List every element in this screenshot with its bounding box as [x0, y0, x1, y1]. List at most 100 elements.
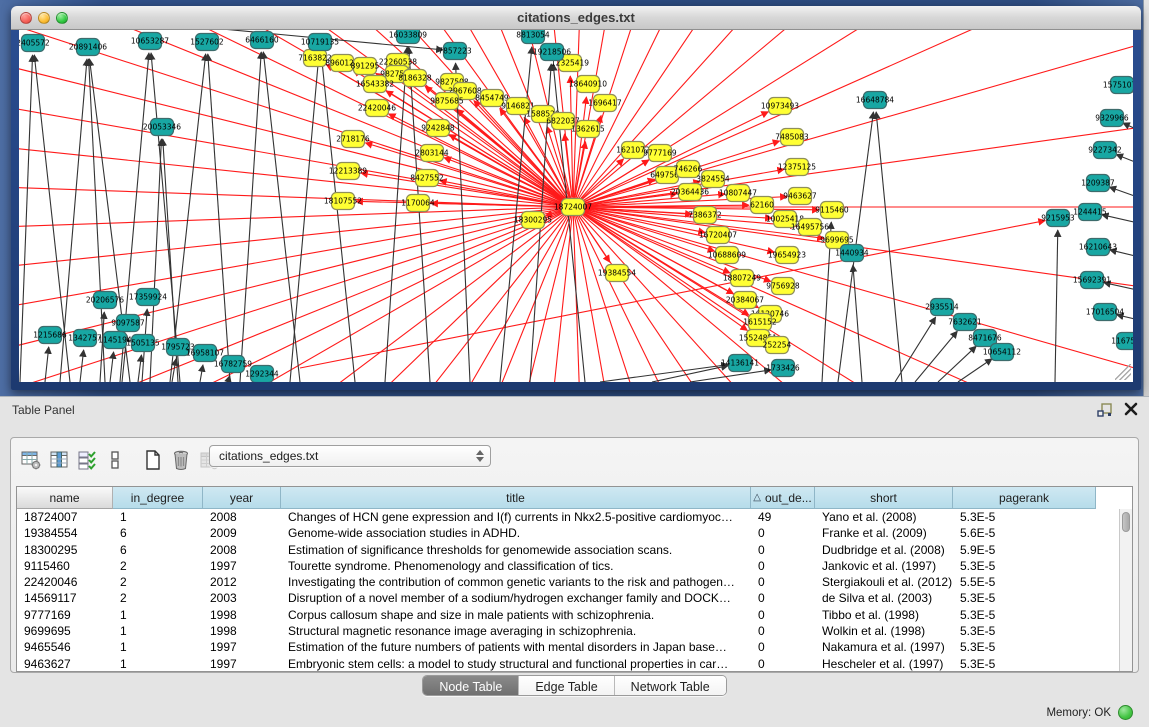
table-cell[interactable]: 5.3E-5: [953, 590, 1096, 606]
table-cell[interactable]: de Silva et al. (2003): [815, 590, 953, 606]
table-cell[interactable]: 1: [113, 509, 203, 525]
tab-node-table[interactable]: Node Table: [423, 676, 519, 696]
table-cell[interactable]: 2008: [203, 542, 281, 558]
table-cell[interactable]: 0: [751, 574, 815, 590]
table-cell[interactable]: 49: [751, 509, 815, 525]
table-cell[interactable]: 0: [751, 623, 815, 639]
graph-edge[interactable]: [1123, 123, 1133, 140]
column-header-pagerank[interactable]: pagerank: [953, 487, 1096, 509]
table-vertical-scrollbar[interactable]: [1119, 509, 1132, 671]
table-cell[interactable]: 2: [113, 574, 203, 590]
table-row[interactable]: 977716911998Corpus callosum shape and si…: [17, 607, 1132, 623]
close-panel-icon[interactable]: [1123, 402, 1139, 418]
scrollbar-thumb[interactable]: [1122, 512, 1130, 532]
table-cell[interactable]: Structural magnetic resonance image aver…: [281, 623, 751, 639]
table-row[interactable]: 969969511998Structural magnetic resonanc…: [17, 623, 1132, 639]
table-cell[interactable]: 0: [751, 607, 815, 623]
column-header-title[interactable]: title: [281, 487, 751, 509]
table-cell[interactable]: 5.5E-5: [953, 574, 1096, 590]
table-cell[interactable]: 18300295: [17, 542, 113, 558]
graph-edge[interactable]: [321, 54, 355, 382]
table-cell[interactable]: 0: [751, 590, 815, 606]
table-cell[interactable]: 22420046: [17, 574, 113, 590]
table-cell[interactable]: Estimation of the future numbers of pati…: [281, 639, 751, 655]
column-header-name[interactable]: name: [17, 487, 113, 509]
graph-edge[interactable]: [1132, 91, 1133, 108]
column-visibility-icon[interactable]: [47, 447, 71, 473]
table-cell[interactable]: Dudbridge et al. (2008): [815, 542, 953, 558]
table-cell[interactable]: 9777169: [17, 607, 113, 623]
table-cell[interactable]: 6: [113, 542, 203, 558]
column-header-in_degree[interactable]: in_degree: [113, 487, 203, 509]
graph-edge[interactable]: [138, 355, 141, 382]
table-row[interactable]: 946554611997Estimation of the future num…: [17, 639, 1132, 655]
table-cell[interactable]: 5.9E-5: [953, 542, 1096, 558]
table-row[interactable]: 1830029562008Estimation of significance …: [17, 542, 1132, 558]
table-cell[interactable]: Yano et al. (2008): [815, 509, 953, 525]
column-header-year[interactable]: year: [203, 487, 281, 509]
network-window-titlebar[interactable]: citations_edges.txt: [11, 6, 1141, 30]
graph-edge[interactable]: [1109, 187, 1133, 205]
graph-edge[interactable]: [259, 207, 573, 382]
graph-edge[interactable]: [200, 365, 203, 382]
table-cell[interactable]: Investigating the contribution of common…: [281, 574, 751, 590]
graph-edge[interactable]: [573, 207, 799, 382]
table-cell[interactable]: 18724007: [17, 509, 113, 525]
table-cell[interactable]: Franke et al. (2009): [815, 525, 953, 541]
table-cell[interactable]: 5.3E-5: [953, 558, 1096, 574]
table-row[interactable]: 946362711997Embryonic stem cells: a mode…: [17, 656, 1132, 672]
tab-edge-table[interactable]: Edge Table: [519, 676, 614, 696]
table-cell[interactable]: Genome-wide association studies in ADHD.: [281, 525, 751, 541]
table-cell[interactable]: Estimation of significance thresholds fo…: [281, 542, 751, 558]
table-cell[interactable]: Corpus callosum shape and size in male p…: [281, 607, 751, 623]
graph-edge[interactable]: [19, 162, 573, 207]
table-cell[interactable]: 5.3E-5: [953, 656, 1096, 672]
graph-edge[interactable]: [45, 347, 49, 382]
graph-edge[interactable]: [409, 47, 430, 382]
graph-edge[interactable]: [1055, 230, 1058, 382]
table-cell[interactable]: 2003: [203, 590, 281, 606]
table-cell[interactable]: 2008: [203, 509, 281, 525]
table-row[interactable]: 2242004622012Investigating the contribut…: [17, 574, 1132, 590]
graph-edge[interactable]: [895, 317, 936, 382]
table-cell[interactable]: 5.3E-5: [953, 639, 1096, 655]
table-cell[interactable]: Disruption of a novel member of a sodium…: [281, 590, 751, 606]
table-cell[interactable]: Jankovic et al. (1997): [815, 558, 953, 574]
table-cell[interactable]: 1997: [203, 558, 281, 574]
table-cell[interactable]: Tourette syndrome. Phenomenology and cla…: [281, 558, 751, 574]
graph-edge[interactable]: [853, 265, 862, 382]
table-cell[interactable]: 2: [113, 590, 203, 606]
network-canvas[interactable]: 1872400771638228960128891295222605389827…: [19, 30, 1133, 382]
table-cell[interactable]: 2012: [203, 574, 281, 590]
table-cell[interactable]: Nakamura et al. (1997): [815, 639, 953, 655]
graph-edge[interactable]: [456, 63, 470, 382]
table-mode-icon[interactable]: [19, 447, 43, 473]
graph-edge[interactable]: [958, 359, 992, 382]
graph-edge[interactable]: [208, 54, 230, 382]
table-row[interactable]: 1872400712008Changes of HCN gene express…: [17, 509, 1132, 525]
graph-edge[interactable]: [240, 52, 261, 382]
table-cell[interactable]: 1998: [203, 623, 281, 639]
table-cell[interactable]: 1: [113, 623, 203, 639]
table-cell[interactable]: 6: [113, 525, 203, 541]
resize-grip-icon[interactable]: [1115, 364, 1131, 380]
tab-network-table[interactable]: Network Table: [615, 676, 726, 696]
table-cell[interactable]: Stergiakouli et al. (2012): [815, 574, 953, 590]
table-row[interactable]: 1938455462009Genome-wide association stu…: [17, 525, 1132, 541]
table-cell[interactable]: 5.6E-5: [953, 525, 1096, 541]
table-cell[interactable]: Tibbo et al. (1998): [815, 607, 953, 623]
table-cell[interactable]: 2009: [203, 525, 281, 541]
table-cell[interactable]: Embryonic stem cells: a model to study s…: [281, 656, 751, 672]
table-cell[interactable]: 5.3E-5: [953, 509, 1096, 525]
citation-network-graph[interactable]: 1872400771638228960128891295222605389827…: [19, 30, 1133, 382]
graph-edge[interactable]: [1102, 215, 1133, 228]
table-cell[interactable]: 0: [751, 542, 815, 558]
delete-column-icon[interactable]: [169, 447, 193, 473]
table-cell[interactable]: 14569117: [17, 590, 113, 606]
table-cell[interactable]: 1997: [203, 656, 281, 672]
column-header-short[interactable]: short: [815, 487, 953, 509]
cell-view-icon[interactable]: [103, 447, 127, 473]
table-cell[interactable]: 0: [751, 558, 815, 574]
table-cell[interactable]: 0: [751, 656, 815, 672]
table-cell[interactable]: 9463627: [17, 656, 113, 672]
